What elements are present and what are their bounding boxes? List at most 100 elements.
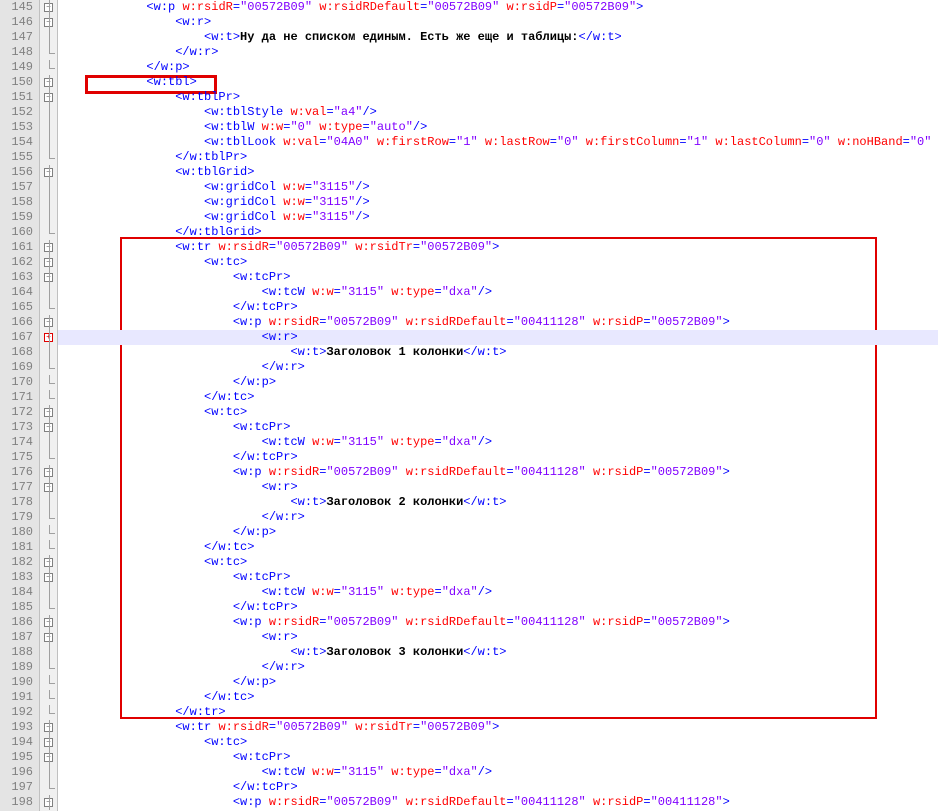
code-line[interactable]: <w:tc> bbox=[58, 255, 938, 270]
code-line[interactable]: <w:gridCol w:w="3115"/> bbox=[58, 180, 938, 195]
fold-marker[interactable]: − bbox=[40, 630, 57, 645]
fold-marker bbox=[40, 360, 57, 375]
code-line[interactable]: <w:tcPr> bbox=[58, 570, 938, 585]
code-line[interactable]: </w:p> bbox=[58, 525, 938, 540]
fold-marker[interactable]: − bbox=[40, 255, 57, 270]
token-tag: </w:tc> bbox=[204, 540, 254, 554]
token-tag: /> bbox=[355, 210, 369, 224]
fold-marker[interactable]: − bbox=[40, 555, 57, 570]
token-tag: = bbox=[435, 765, 442, 779]
token-tag: <w:tcW bbox=[262, 435, 312, 449]
fold-marker[interactable]: + bbox=[40, 330, 57, 345]
code-line[interactable]: <w:tc> bbox=[58, 405, 938, 420]
code-line[interactable]: <w:p w:rsidR="00572B09" w:rsidRDefault="… bbox=[58, 615, 938, 630]
code-line[interactable]: </w:tcPr> bbox=[58, 450, 938, 465]
code-line[interactable]: </w:tcPr> bbox=[58, 600, 938, 615]
token-tag: > bbox=[723, 615, 730, 629]
code-line[interactable]: <w:tblW w:w="0" w:type="auto"/> bbox=[58, 120, 938, 135]
code-line[interactable]: <w:tcPr> bbox=[58, 420, 938, 435]
fold-marker[interactable]: − bbox=[40, 90, 57, 105]
code-line[interactable]: <w:gridCol w:w="3115"/> bbox=[58, 210, 938, 225]
code-line[interactable]: </w:r> bbox=[58, 510, 938, 525]
code-line[interactable]: <w:tbl> bbox=[58, 75, 938, 90]
fold-marker[interactable]: − bbox=[40, 750, 57, 765]
code-line[interactable]: <w:tcPr> bbox=[58, 270, 938, 285]
code-line[interactable]: <w:t>Заголовок 2 колонки</w:t> bbox=[58, 495, 938, 510]
code-line[interactable]: </w:tblPr> bbox=[58, 150, 938, 165]
token-tag: </w:tblPr> bbox=[175, 150, 247, 164]
code-line[interactable]: <w:tcW w:w="3115" w:type="dxa"/> bbox=[58, 585, 938, 600]
code-line[interactable]: <w:tr w:rsidR="00572B09" w:rsidTr="00572… bbox=[58, 240, 938, 255]
code-line[interactable]: <w:tblPr> bbox=[58, 90, 938, 105]
code-line[interactable]: <w:tblStyle w:val="a4"/> bbox=[58, 105, 938, 120]
fold-marker bbox=[40, 765, 57, 780]
fold-marker[interactable]: − bbox=[40, 15, 57, 30]
code-line[interactable]: </w:tc> bbox=[58, 390, 938, 405]
code-line[interactable]: </w:p> bbox=[58, 675, 938, 690]
code-line[interactable]: <w:tcPr> bbox=[58, 750, 938, 765]
code-line[interactable]: </w:tblGrid> bbox=[58, 225, 938, 240]
code-line[interactable]: </w:p> bbox=[58, 375, 938, 390]
code-line[interactable]: </w:tc> bbox=[58, 540, 938, 555]
token-tag bbox=[931, 135, 938, 149]
code-line[interactable]: <w:tblGrid> bbox=[58, 165, 938, 180]
code-line[interactable]: </w:r> bbox=[58, 360, 938, 375]
code-line[interactable]: <w:p w:rsidR="00572B09" w:rsidRDefault="… bbox=[58, 315, 938, 330]
code-line[interactable]: </w:tcPr> bbox=[58, 780, 938, 795]
token-tag: <w:tr bbox=[175, 240, 218, 254]
line-number: 146 bbox=[4, 15, 33, 30]
code-line[interactable]: <w:r> bbox=[58, 15, 938, 30]
code-line[interactable]: <w:tc> bbox=[58, 555, 938, 570]
code-line[interactable]: <w:tblLook w:val="04A0" w:firstRow="1" w… bbox=[58, 135, 938, 150]
code-line[interactable]: <w:tcW w:w="3115" w:type="dxa"/> bbox=[58, 765, 938, 780]
code-line[interactable]: <w:r> bbox=[58, 480, 938, 495]
fold-marker[interactable]: − bbox=[40, 795, 57, 810]
line-number: 187 bbox=[4, 630, 33, 645]
line-number: 147 bbox=[4, 30, 33, 45]
code-line[interactable]: </w:tcPr> bbox=[58, 300, 938, 315]
token-tag: </w:tc> bbox=[204, 690, 254, 704]
fold-marker[interactable]: − bbox=[40, 465, 57, 480]
fold-marker[interactable]: − bbox=[40, 615, 57, 630]
fold-marker[interactable]: − bbox=[40, 240, 57, 255]
code-line[interactable]: <w:p w:rsidR="00572B09" w:rsidRDefault="… bbox=[58, 795, 938, 810]
token-tag: </w:p> bbox=[233, 525, 276, 539]
code-line[interactable]: </w:tr> bbox=[58, 705, 938, 720]
fold-marker bbox=[40, 60, 57, 75]
code-line[interactable]: <w:r> bbox=[58, 330, 938, 345]
code-line[interactable]: <w:tcW w:w="3115" w:type="dxa"/> bbox=[58, 285, 938, 300]
fold-marker[interactable]: − bbox=[40, 570, 57, 585]
code-line[interactable]: </w:r> bbox=[58, 45, 938, 60]
token-attr: w:rsidRDefault bbox=[406, 615, 507, 629]
code-line[interactable]: <w:tc> bbox=[58, 735, 938, 750]
code-line[interactable]: <w:t>Заголовок 1 колонки</w:t> bbox=[58, 345, 938, 360]
fold-marker[interactable]: − bbox=[40, 405, 57, 420]
code-line[interactable]: </w:tc> bbox=[58, 690, 938, 705]
code-line[interactable]: <w:t>Ну да не списком единым. Есть же ещ… bbox=[58, 30, 938, 45]
fold-marker[interactable]: − bbox=[40, 270, 57, 285]
code-line[interactable]: <w:p w:rsidR="00572B09" w:rsidRDefault="… bbox=[58, 465, 938, 480]
code-editor: 1451461471481491501511521531541551561571… bbox=[0, 0, 938, 811]
fold-marker[interactable]: − bbox=[40, 315, 57, 330]
code-lines[interactable]: <w:p w:rsidR="00572B09" w:rsidRDefault="… bbox=[58, 0, 938, 811]
token-tag: > bbox=[723, 315, 730, 329]
code-line[interactable]: </w:r> bbox=[58, 660, 938, 675]
token-attr: w:rsidTr bbox=[355, 240, 413, 254]
code-line[interactable]: </w:p> bbox=[58, 60, 938, 75]
code-line[interactable]: <w:tr w:rsidR="00572B09" w:rsidTr="00572… bbox=[58, 720, 938, 735]
code-line[interactable]: <w:t>Заголовок 3 колонки</w:t> bbox=[58, 645, 938, 660]
fold-marker[interactable]: − bbox=[40, 75, 57, 90]
code-line[interactable]: <w:gridCol w:w="3115"/> bbox=[58, 195, 938, 210]
fold-marker[interactable]: − bbox=[40, 735, 57, 750]
fold-marker[interactable]: − bbox=[40, 0, 57, 15]
fold-marker[interactable]: − bbox=[40, 480, 57, 495]
token-tag: <w:tblStyle bbox=[204, 105, 290, 119]
code-line[interactable]: <w:p w:rsidR="00572B09" w:rsidRDefault="… bbox=[58, 0, 938, 15]
code-line[interactable]: <w:r> bbox=[58, 630, 938, 645]
fold-marker[interactable]: − bbox=[40, 420, 57, 435]
fold-marker[interactable]: − bbox=[40, 165, 57, 180]
token-val: "00411128" bbox=[651, 795, 723, 809]
fold-marker[interactable]: − bbox=[40, 720, 57, 735]
fold-marker bbox=[40, 135, 57, 150]
code-line[interactable]: <w:tcW w:w="3115" w:type="dxa"/> bbox=[58, 435, 938, 450]
